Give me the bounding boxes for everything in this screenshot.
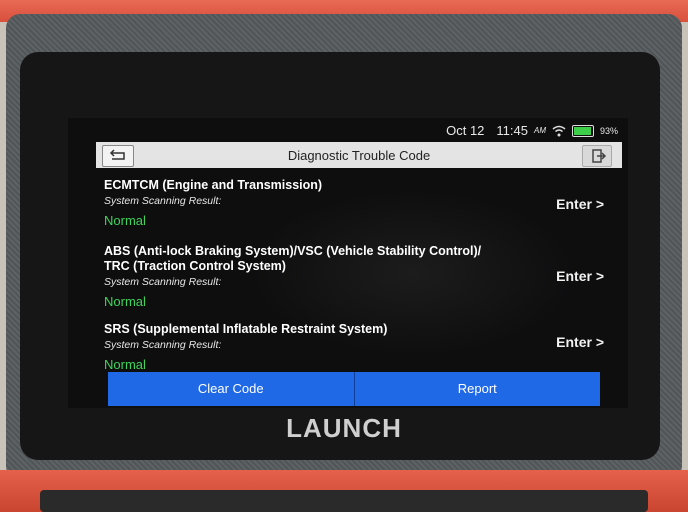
enter-button[interactable]: Enter > (556, 268, 604, 284)
battery-percent: 93% (599, 125, 618, 136)
system-row-srs[interactable]: SRS (Supplemental Inflatable Restraint S… (104, 322, 604, 372)
scan-result-label: System Scanning Result: (104, 339, 222, 351)
system-row-ecm[interactable]: ECMTCM (Engine and Transmission) System … (104, 178, 604, 228)
enter-button[interactable]: Enter > (556, 196, 604, 212)
battery-level-fill (573, 126, 591, 135)
bottom-action-bar: Clear Code Report (108, 372, 600, 406)
status-ampm: AM (533, 126, 546, 135)
page-title: Diagnostic Trouble Code (287, 148, 431, 163)
battery-icon (571, 124, 594, 137)
brand-logo: LAUNCH (286, 413, 402, 443)
wifi-icon (552, 125, 566, 136)
title-bar: Diagnostic Trouble Code (96, 142, 622, 168)
device-base (40, 490, 648, 512)
system-name: ABS (Anti-lock Braking System)/VSC (Vehi… (104, 244, 482, 273)
status-date: Oct 12 (446, 123, 485, 138)
enter-button[interactable]: Enter > (556, 334, 604, 350)
status-time: 11:45 (496, 123, 528, 138)
system-row-abs[interactable]: ABS (Anti-lock Braking System)/VSC (Vehi… (104, 244, 604, 309)
scan-status: Normal (104, 357, 146, 372)
status-bar: Oct 12 11:45 AM 93% (68, 118, 628, 140)
scan-result-label: System Scanning Result: (104, 276, 222, 288)
system-name: ECMTCM (Engine and Transmission) (104, 178, 323, 192)
report-button[interactable]: Report (354, 372, 600, 406)
device-screen: Oct 12 11:45 AM 93% Diagnostic Trouble C… (68, 118, 628, 408)
scan-result-label: System Scanning Result: (104, 195, 222, 207)
exit-button[interactable] (582, 145, 612, 167)
system-name: SRS (Supplemental Inflatable Restraint S… (104, 322, 388, 336)
scan-status: Normal (104, 213, 146, 228)
scan-status: Normal (104, 294, 146, 309)
clear-code-button[interactable]: Clear Code (108, 372, 355, 406)
exit-icon (592, 149, 607, 163)
